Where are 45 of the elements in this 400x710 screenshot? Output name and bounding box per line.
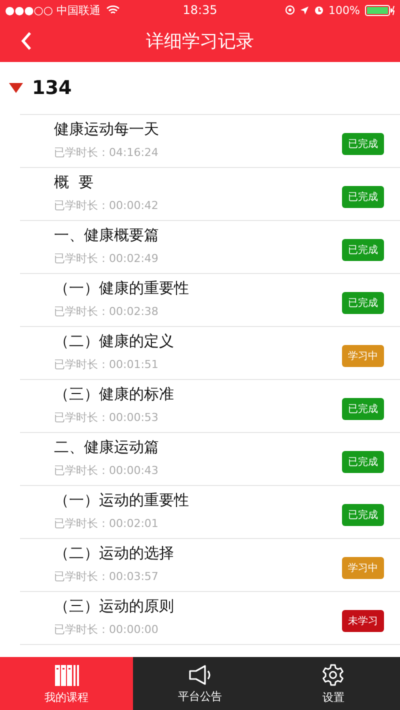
study-duration: 已学时长：00:03:57 [54, 569, 158, 584]
clock-text: 18:35 [182, 3, 218, 17]
status-tag: 已完成 [342, 239, 384, 261]
lesson-title[interactable]: （一）健康的重要性 [54, 279, 189, 298]
study-duration: 已学时长：00:00:42 [54, 198, 158, 213]
page-title: 详细学习记录 [146, 30, 254, 53]
lesson-title[interactable]: （二）健康的定义 [54, 332, 174, 351]
tab-item[interactable]: 设置 [266, 657, 400, 710]
books-icon [54, 662, 80, 686]
lesson-title[interactable]: （二）运动的选择 [54, 544, 174, 563]
battery-text: 100% [328, 4, 360, 16]
status-tag: 已完成 [342, 186, 384, 208]
carrier-text: ●●●○○ 中国联通 [5, 2, 100, 18]
wifi-icon [106, 5, 120, 15]
status-tag: 学习中 [342, 345, 384, 367]
expand-icon [9, 83, 23, 93]
lesson-title[interactable]: 二、健康运动篇 [54, 438, 159, 457]
status-tag: 已完成 [342, 504, 384, 526]
lesson-title[interactable]: （三）运动的原则 [54, 597, 174, 616]
study-duration: 已学时长：00:02:49 [54, 251, 158, 266]
lesson-title[interactable]: （一）运动的重要性 [54, 491, 189, 510]
settings-icon [321, 662, 346, 686]
tab-item[interactable]: 平台公告 [133, 657, 267, 710]
status-tag: 学习中 [342, 557, 384, 579]
status-tag: 已完成 [342, 451, 384, 473]
lesson-title[interactable]: （三）健康的标准 [54, 385, 174, 404]
lesson-title[interactable]: 一、健康概要篇 [54, 226, 159, 245]
study-duration: 已学时长：00:00:00 [54, 622, 158, 637]
battery-icon [365, 4, 395, 16]
study-duration: 已学时长：00:00:43 [54, 463, 158, 478]
study-duration: 已学时长：04:16:24 [54, 145, 158, 160]
study-duration: 已学时长：00:01:51 [54, 357, 158, 372]
tab-item[interactable]: 我的课程 [0, 657, 134, 710]
status-tag: 未学习 [342, 610, 384, 632]
study-duration: 已学时长：00:02:38 [54, 304, 158, 319]
study-duration: 已学时长：00:02:01 [54, 516, 158, 531]
speaker-icon [188, 664, 212, 686]
location-icon [300, 6, 309, 14]
study-duration: 已学时长：00:00:53 [54, 410, 158, 425]
status-tag: 已完成 [342, 133, 384, 155]
section-header[interactable]: 134 [0, 62, 80, 114]
status-tag: 已完成 [342, 292, 384, 314]
lesson-title[interactable]: 概 要 [54, 173, 94, 192]
lesson-title[interactable]: 健康运动每一天 [54, 120, 159, 139]
status-tag: 已完成 [342, 398, 384, 420]
